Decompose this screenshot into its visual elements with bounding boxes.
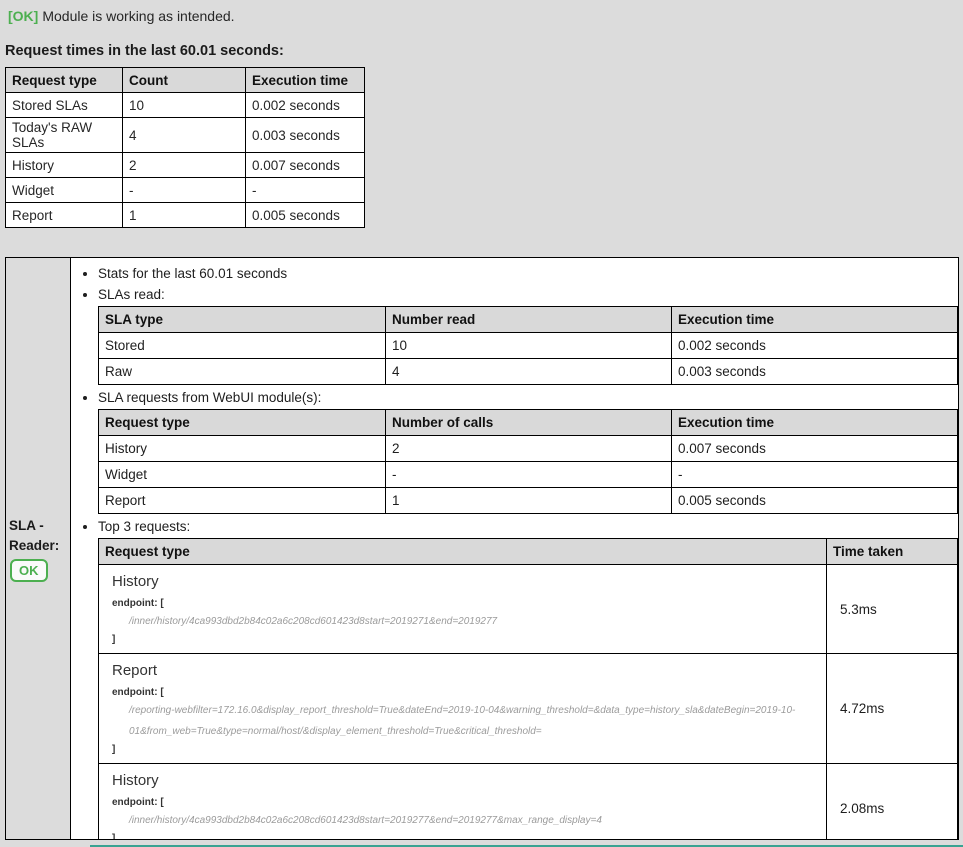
top3-row: History endpoint: [ /inner/history/4ca99… — [99, 764, 958, 840]
cell: 0.007 seconds — [672, 436, 958, 462]
cell: 1 — [386, 488, 672, 514]
endpoint-close: ] — [112, 742, 820, 757]
cell: 0.002 seconds — [246, 93, 365, 118]
endpoint-open: endpoint: [ — [112, 596, 820, 611]
cell: 0.005 seconds — [246, 203, 365, 228]
cell: 1 — [123, 203, 246, 228]
cell: 0.002 seconds — [672, 333, 958, 359]
sla-reader-label-cell: SLA - Reader: OK — [6, 258, 71, 839]
module-status-line: [OK]Module is working as intended. — [8, 8, 235, 24]
table-row: Report 1 0.005 seconds — [99, 488, 958, 514]
endpoint-url: /inner/history/4ca993dbd2b84c02a6c208cd6… — [129, 810, 799, 831]
column-header-execution-time: Execution time — [672, 307, 958, 333]
bullet-webui-text: SLA requests from WebUI module(s): — [98, 390, 321, 405]
request-times-table: Request type Count Execution time Stored… — [5, 67, 365, 228]
endpoint-url: /reporting-webfilter=172.16.0&display_re… — [129, 700, 799, 742]
column-header-request-type: Request type — [99, 410, 386, 436]
cell: Raw — [99, 359, 386, 385]
table-row: History 2 0.007 seconds — [6, 153, 365, 178]
cell: 0.005 seconds — [672, 488, 958, 514]
table-row: Stored 10 0.002 seconds — [99, 333, 958, 359]
table-header-row: Request type Time taken — [99, 539, 958, 565]
bullet-stats: Stats for the last 60.01 seconds — [98, 263, 958, 284]
cell: - — [246, 178, 365, 203]
cell: 2 — [123, 153, 246, 178]
bullet-top3-requests: Top 3 requests: Request type Time taken … — [98, 516, 958, 839]
cell: 2 — [386, 436, 672, 462]
sla-reader-panel: SLA - Reader: OK Stats for the last 60.0… — [5, 257, 959, 840]
table-row: Today's RAW SLAs 4 0.003 seconds — [6, 118, 365, 153]
time-taken-cell: 2.08ms — [827, 764, 958, 840]
cell: 10 — [123, 93, 246, 118]
cell: 0.007 seconds — [246, 153, 365, 178]
bullet-stats-text: Stats for the last 60.01 seconds — [98, 266, 287, 281]
request-type: Report — [112, 661, 820, 681]
cell: Today's RAW SLAs — [6, 118, 123, 153]
cell: Report — [6, 203, 123, 228]
request-detail-cell: History endpoint: [ /inner/history/4ca99… — [99, 764, 827, 840]
top3-row: Report endpoint: [ /reporting-webfilter=… — [99, 654, 958, 764]
column-header-number-of-calls: Number of calls — [386, 410, 672, 436]
cell: - — [672, 462, 958, 488]
bullet-webui-requests: SLA requests from WebUI module(s): Reque… — [98, 387, 958, 514]
cell: Stored SLAs — [6, 93, 123, 118]
bullet-slas-read: SLAs read: SLA type Number read Executio… — [98, 284, 958, 385]
request-times-heading: Request times in the last 60.01 seconds: — [5, 43, 284, 59]
sla-reader-content: Stats for the last 60.01 seconds SLAs re… — [71, 258, 958, 839]
column-header-sla-type: SLA type — [99, 307, 386, 333]
table-header-row: Request type Number of calls Execution t… — [99, 410, 958, 436]
cell: History — [6, 153, 123, 178]
request-type: History — [112, 771, 820, 791]
endpoint-close: ] — [112, 632, 820, 647]
column-header-request-type: Request type — [6, 68, 123, 93]
module-name-line1: SLA - — [9, 516, 70, 536]
cell: 0.003 seconds — [672, 359, 958, 385]
endpoint-url: /inner/history/4ca993dbd2b84c02a6c208cd6… — [129, 611, 799, 632]
top3-requests-table: Request type Time taken History endpoint… — [98, 538, 958, 839]
request-detail-cell: History endpoint: [ /inner/history/4ca99… — [99, 565, 827, 654]
table-row: Stored SLAs 10 0.002 seconds — [6, 93, 365, 118]
module-name-line2: Reader: — [9, 536, 70, 556]
table-row: Report 1 0.005 seconds — [6, 203, 365, 228]
cell: Widget — [6, 178, 123, 203]
column-header-execution-time: Execution time — [246, 68, 365, 93]
cell: Report — [99, 488, 386, 514]
request-detail-cell: Report endpoint: [ /reporting-webfilter=… — [99, 654, 827, 764]
cell: 4 — [386, 359, 672, 385]
cell: 4 — [123, 118, 246, 153]
bullet-slas-read-text: SLAs read: — [98, 287, 165, 302]
table-row: History 2 0.007 seconds — [99, 436, 958, 462]
time-taken-cell: 5.3ms — [827, 565, 958, 654]
endpoint-close: ] — [112, 831, 820, 839]
cell: 0.003 seconds — [246, 118, 365, 153]
table-header-row: Request type Count Execution time — [6, 68, 365, 93]
table-row: Raw 4 0.003 seconds — [99, 359, 958, 385]
column-header-number-read: Number read — [386, 307, 672, 333]
time-taken-cell: 4.72ms — [827, 654, 958, 764]
table-header-row: SLA type Number read Execution time — [99, 307, 958, 333]
table-row: Widget - - — [6, 178, 365, 203]
webui-requests-table: Request type Number of calls Execution t… — [98, 409, 958, 514]
cell: - — [386, 462, 672, 488]
request-type: History — [112, 572, 820, 592]
status-ok-tag: [OK] — [8, 8, 38, 24]
cell: Widget — [99, 462, 386, 488]
slas-read-table: SLA type Number read Execution time Stor… — [98, 306, 958, 385]
column-header-time-taken: Time taken — [827, 539, 958, 565]
top3-row: History endpoint: [ /inner/history/4ca99… — [99, 565, 958, 654]
stats-bullet-list: Stats for the last 60.01 seconds SLAs re… — [71, 263, 958, 839]
endpoint-open: endpoint: [ — [112, 685, 820, 700]
bullet-top3-text: Top 3 requests: — [98, 519, 190, 534]
cell: Stored — [99, 333, 386, 359]
table-row: Widget - - — [99, 462, 958, 488]
endpoint-open: endpoint: [ — [112, 795, 820, 810]
column-header-request-type: Request type — [99, 539, 827, 565]
column-header-count: Count — [123, 68, 246, 93]
column-header-execution-time: Execution time — [672, 410, 958, 436]
status-badge: OK — [10, 559, 48, 582]
cell: History — [99, 436, 386, 462]
cell: 10 — [386, 333, 672, 359]
cell: - — [123, 178, 246, 203]
status-message: Module is working as intended. — [42, 8, 234, 24]
